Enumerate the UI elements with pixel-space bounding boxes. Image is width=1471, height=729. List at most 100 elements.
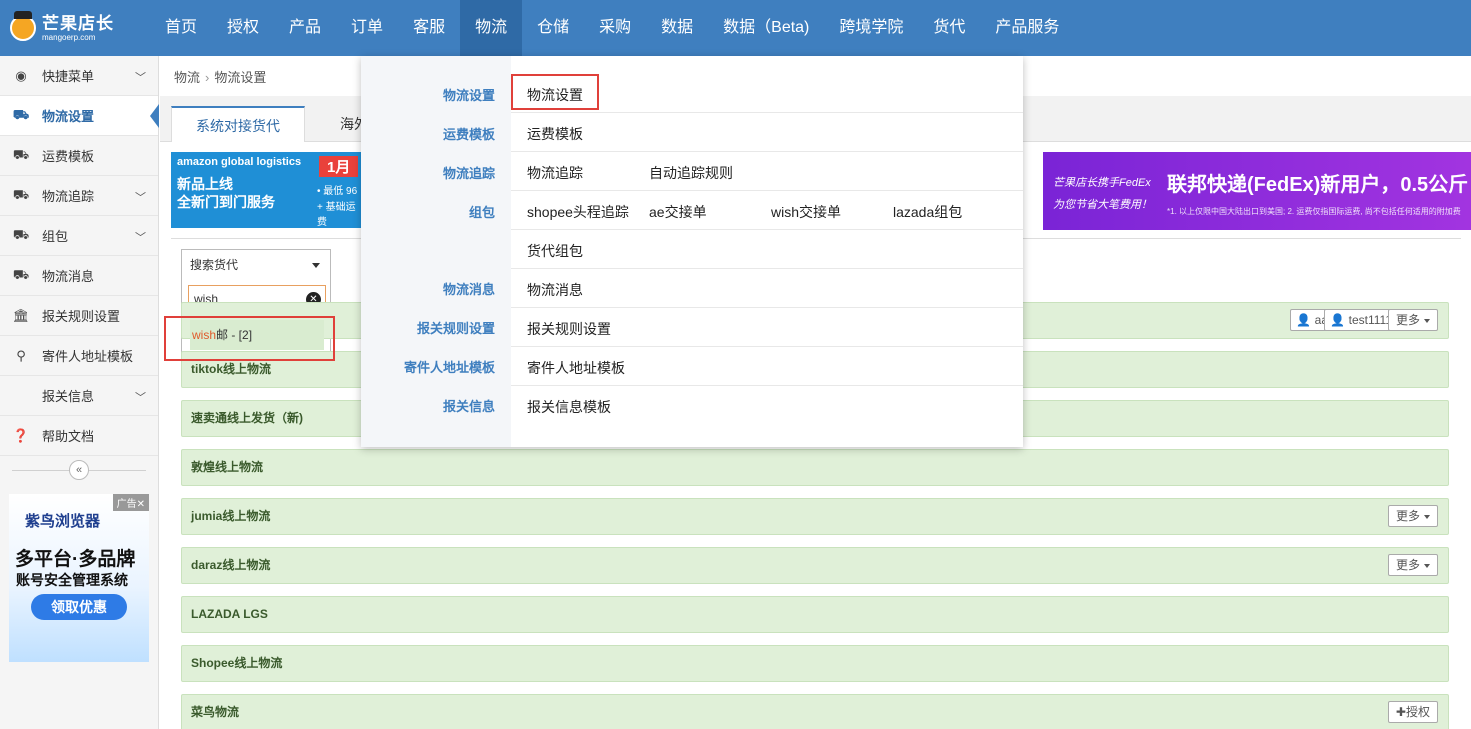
mega-link-wish-handover[interactable]: wish交接单: [771, 202, 841, 222]
chevron-down-icon: ﹀: [135, 192, 146, 204]
forwarder-row: 敦煌线上物流: [181, 449, 1449, 486]
amazon-line1: 新品上线: [177, 176, 233, 192]
nav-forwarder[interactable]: 货代: [918, 0, 980, 56]
caret-down-icon: [1424, 318, 1430, 323]
sidebar-item-customs-rules[interactable]: 🏛 报关规则设置: [0, 296, 158, 336]
chevron-down-icon: ﹀: [135, 392, 146, 404]
amazon-note: • 最低 96: [317, 186, 358, 197]
mega-link-customs-rules[interactable]: 报关规则设置: [527, 319, 611, 339]
caret-down-icon: [1424, 563, 1430, 568]
mega-category[interactable]: 组包: [469, 202, 495, 221]
breadcrumb-item: 物流设置: [214, 70, 267, 85]
mega-link-forwarder-packing[interactable]: 货代组包: [527, 241, 583, 261]
forwarder-name: daraz线上物流: [191, 558, 271, 572]
mega-link-shopee-first-leg[interactable]: shopee头程追踪: [527, 202, 629, 222]
sidebar-item-label: 寄件人地址模板: [42, 349, 134, 364]
tab-system-forwarder[interactable]: 系统对接货代: [171, 106, 305, 142]
nav-orders[interactable]: 订单: [336, 0, 398, 56]
mega-category[interactable]: 寄件人地址模板: [404, 357, 495, 376]
dashboard-icon: ◉: [15, 67, 27, 83]
collapse-sidebar-icon[interactable]: «: [69, 460, 89, 480]
user-icon: 👤: [1330, 313, 1346, 327]
nav-product-services[interactable]: 产品服务: [980, 0, 1074, 56]
sidebar-collapse-row: «: [0, 456, 158, 484]
nav-products[interactable]: 产品: [274, 0, 336, 56]
more-label: 更多: [1395, 558, 1420, 572]
mega-link-sender-address[interactable]: 寄件人地址模板: [527, 358, 625, 378]
more-button[interactable]: 更多: [1387, 309, 1438, 331]
user-icon: 👤: [1296, 313, 1312, 327]
sidebar-item-logistics-settings[interactable]: ⛟ 物流设置: [0, 96, 159, 136]
sidebar-item-tracking[interactable]: ⛟ 物流追踪 ﹀: [0, 176, 158, 216]
amazon-badge: 1月: [319, 156, 359, 177]
mega-row: 运费模板: [511, 113, 1023, 152]
mega-category[interactable]: 物流消息: [443, 279, 495, 298]
nav-logistics[interactable]: 物流: [460, 0, 523, 56]
fedex-fine-print: *1. 以上仅限中国大陆出口到美国; 2. 运费仅指国际运费, 尚不包括任何适用…: [1167, 207, 1461, 216]
ad-cta-button[interactable]: 领取优惠: [31, 594, 127, 620]
truck-icon: ⛟: [12, 146, 30, 162]
more-button[interactable]: 更多: [1387, 505, 1438, 527]
caret-down-icon: [1424, 514, 1430, 519]
nav-home[interactable]: 首页: [150, 0, 212, 56]
sidebar-item-freight-template[interactable]: ⛟ 运费模板: [0, 136, 158, 176]
map-marker-icon: ⚲: [16, 347, 26, 363]
breadcrumb-item[interactable]: 物流: [174, 70, 200, 85]
mega-link-tracking[interactable]: 物流追踪: [527, 163, 583, 183]
sidebar-item-sender-address[interactable]: ⚲ 寄件人地址模板: [0, 336, 158, 376]
nav-data[interactable]: 数据: [646, 0, 708, 56]
fedex-banner[interactable]: 芒果店长携手FedEx 为您节省大笔费用！ 联邦快递(FedEx)新用户，0.5…: [1043, 152, 1471, 230]
sidebar: ◉ 快捷菜单 ﹀ ⛟ 物流设置 ⛟ 运费模板 ⛟ 物流追踪 ﹀ ⛟ 组包 ﹀ ⛟…: [0, 56, 159, 729]
mega-link-customs-info-template[interactable]: 报关信息模板: [527, 397, 611, 417]
forwarder-row: daraz线上物流 更多: [181, 547, 1449, 584]
mega-link-auto-tracking-rules[interactable]: 自动追踪规则: [649, 163, 733, 183]
mega-link-logistics-messages[interactable]: 物流消息: [527, 280, 583, 300]
sidebar-item-quick-menu[interactable]: ◉ 快捷菜单 ﹀: [0, 56, 158, 96]
sidebar-item-label: 组包: [42, 229, 69, 244]
mega-link-ae-handover[interactable]: ae交接单: [649, 202, 707, 222]
sidebar-item-label: 报关信息: [42, 389, 95, 404]
authorize-button[interactable]: ✚授权: [1387, 701, 1438, 723]
select-label: 搜索货代: [190, 258, 239, 272]
mega-link-lazada-packing[interactable]: lazada组包: [893, 202, 962, 222]
mega-category[interactable]: 报关信息: [443, 396, 495, 415]
nav-service[interactable]: 客服: [398, 0, 460, 56]
forwarder-name: Shopee线上物流: [191, 656, 283, 670]
mega-category[interactable]: 报关规则设置: [417, 318, 495, 337]
ad-subline: 账号安全管理系统: [16, 572, 128, 588]
user-tag-button[interactable]: 👤 test1111: [1324, 309, 1398, 331]
mega-row: 货代组包: [511, 230, 1023, 269]
fedex-headline: 联邦快递(FedEx)新用户，0.5公斤: [1167, 174, 1469, 196]
forwarder-search-select[interactable]: 搜索货代: [181, 249, 331, 281]
ad-close-tag[interactable]: 广告✕: [112, 494, 149, 511]
mega-category[interactable]: 物流设置: [443, 85, 495, 104]
mega-link-freight-template[interactable]: 运费模板: [527, 124, 583, 144]
truck-icon: ⛟: [12, 186, 30, 202]
question-circle-icon: ❓: [12, 427, 30, 443]
nav-authorize[interactable]: 授权: [212, 0, 274, 56]
nav-purchase[interactable]: 采购: [584, 0, 646, 56]
sidebar-item-packing[interactable]: ⛟ 组包 ﹀: [0, 216, 158, 256]
bank-icon: 🏛: [12, 307, 30, 323]
nav-academy[interactable]: 跨境学院: [824, 0, 918, 56]
ad-brand: 紫鸟浏览器: [25, 513, 101, 530]
mega-category[interactable]: 运费模板: [443, 124, 495, 143]
forwarder-row: LAZADA LGS: [181, 596, 1449, 633]
forwarder-row: 菜鸟物流 ✚授权: [181, 694, 1449, 729]
more-button[interactable]: 更多: [1387, 554, 1438, 576]
truck-icon: ⛟: [12, 106, 30, 122]
logo-domain: mangoerp.com: [42, 32, 96, 42]
nav-data-beta[interactable]: 数据（Beta): [708, 0, 824, 56]
mega-menu-categories: 物流设置 运费模板 物流追踪 组包 物流消息 报关规则设置 寄件人地址模板 报关…: [361, 56, 511, 447]
sidebar-item-help-docs[interactable]: ❓ 帮助文档: [0, 416, 158, 456]
main-nav: 首页 授权 产品 订单 客服 物流 仓储 采购 数据 数据（Beta) 跨境学院…: [150, 0, 1074, 56]
sidebar-item-logistics-messages[interactable]: ⛟ 物流消息: [0, 256, 158, 296]
mega-category[interactable]: 物流追踪: [443, 163, 495, 182]
logo[interactable]: 芒果店长 mangoerp.com: [0, 0, 150, 56]
amazon-banner[interactable]: amazon global logistics 新品上线 全新门到门服务 1月 …: [171, 152, 361, 228]
user-tag-label: test1111: [1348, 313, 1392, 327]
nav-warehouse[interactable]: 仓储: [522, 0, 584, 56]
sidebar-item-label: 物流追踪: [42, 189, 95, 204]
sidebar-item-customs-info[interactable]: 报关信息 ﹀: [0, 376, 158, 416]
sidebar-ad[interactable]: 广告✕ 紫鸟浏览器 多平台·多品牌 账号安全管理系统 领取优惠: [9, 494, 149, 662]
